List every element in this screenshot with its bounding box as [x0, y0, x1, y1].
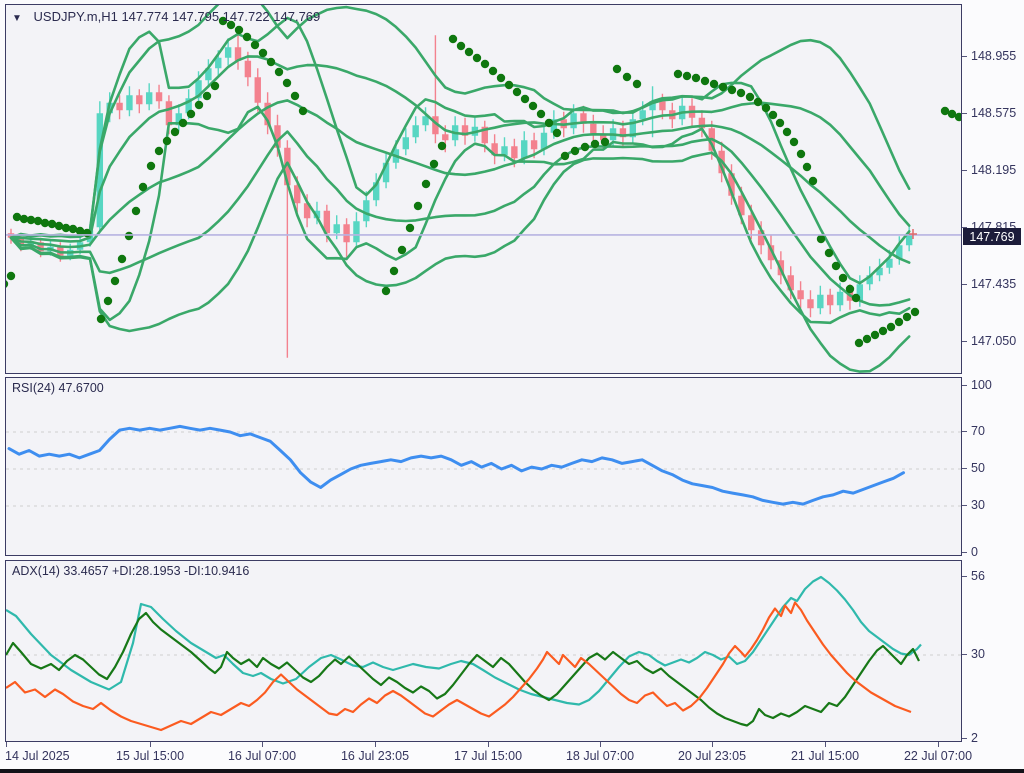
axis-tick-mark [962, 738, 967, 739]
axis-tick-mark [962, 576, 967, 577]
ohlc-values-label: 147.774 147.795 147.722 147.769 [121, 9, 320, 24]
time-tick-mark [712, 742, 713, 747]
axis-tick-mark [962, 654, 967, 655]
minus-di-line [6, 603, 911, 731]
time-tick-mark [262, 742, 263, 747]
value-axis-gutter[interactable]: 148.955148.575148.195147.815147.435147.0… [962, 0, 1024, 773]
time-tick-mark [600, 742, 601, 747]
axis-tick-label: 148.575 [971, 106, 1016, 120]
symbol-timeframe-label: USDJPY.m,H1 [34, 9, 118, 24]
rsi-indicator-label: RSI(24) 47.6700 [12, 381, 104, 395]
time-tick-label: 15 Jul 15:00 [116, 749, 184, 763]
adx-line [6, 577, 921, 705]
adx-chart-canvas[interactable] [6, 561, 961, 741]
time-tick-label: 21 Jul 15:00 [791, 749, 859, 763]
time-tick-mark [6, 742, 7, 747]
rsi-chart-canvas[interactable] [6, 378, 961, 555]
plusminus-di-line [6, 613, 919, 726]
main-chart-panel[interactable]: ▼ USDJPY.m,H1 147.774 147.795 147.722 14… [5, 4, 962, 374]
time-tick-mark [150, 742, 151, 747]
time-tick-label: 16 Jul 07:00 [228, 749, 296, 763]
trading-terminal: { "header": { "dropdown_glyph": "▼", "sy… [0, 0, 1024, 773]
axis-tick-label: 30 [971, 647, 985, 661]
bottom-window-edge [0, 769, 1024, 773]
time-tick-mark [375, 742, 376, 747]
axis-tick-mark [962, 170, 967, 171]
axis-tick-mark [962, 385, 967, 386]
axis-tick-mark [962, 284, 967, 285]
main-chart-canvas[interactable] [6, 5, 961, 373]
time-tick-label: 14 Jul 2025 [5, 749, 70, 763]
time-tick-label: 16 Jul 23:05 [341, 749, 409, 763]
candles-layer [8, 35, 913, 358]
axis-tick-label: 50 [971, 461, 985, 475]
time-tick-label: 22 Jul 07:00 [904, 749, 972, 763]
axis-tick-label: 56 [971, 569, 985, 583]
time-axis[interactable]: 14 Jul 2025 15 Jul 15:00 16 Jul 07:00 16 Ju… [0, 742, 1024, 769]
current-price-badge: 147.769 [963, 228, 1021, 245]
axis-tick-label: 0 [971, 545, 978, 559]
axis-tick-label: 148.195 [971, 163, 1016, 177]
axis-tick-label: 147.050 [971, 334, 1016, 348]
axis-tick-mark [962, 468, 967, 469]
rsi-panel[interactable]: RSI(24) 47.6700 [5, 377, 962, 556]
chart-header: ▼ USDJPY.m,H1 147.774 147.795 147.722 14… [12, 9, 320, 24]
time-tick-mark [488, 742, 489, 747]
time-tick-mark [938, 742, 939, 747]
axis-tick-mark [962, 431, 967, 432]
axis-tick-label: 147.435 [971, 277, 1016, 291]
symbol-dropdown-icon[interactable]: ▼ [12, 13, 22, 24]
axis-tick-label: 148.955 [971, 49, 1016, 63]
axis-tick-label: 70 [971, 424, 985, 438]
time-tick-label: 20 Jul 23:05 [678, 749, 746, 763]
axis-tick-mark [962, 56, 967, 57]
axis-tick-mark [962, 341, 967, 342]
axis-tick-mark [962, 113, 967, 114]
time-tick-label: 17 Jul 15:00 [454, 749, 522, 763]
time-tick-mark [825, 742, 826, 747]
adx-panel[interactable]: ADX(14) 33.4657 +DI:28.1953 -DI:10.9416 [5, 560, 962, 742]
axis-tick-label: 100 [971, 378, 992, 392]
rsi-line [9, 426, 904, 504]
axis-tick-mark [962, 505, 967, 506]
time-tick-label: 18 Jul 07:00 [566, 749, 634, 763]
axis-tick-mark [962, 552, 967, 553]
adx-indicator-label: ADX(14) 33.4657 +DI:28.1953 -DI:10.9416 [12, 564, 249, 578]
axis-tick-label: 30 [971, 498, 985, 512]
rsi-gridlines [6, 432, 961, 506]
